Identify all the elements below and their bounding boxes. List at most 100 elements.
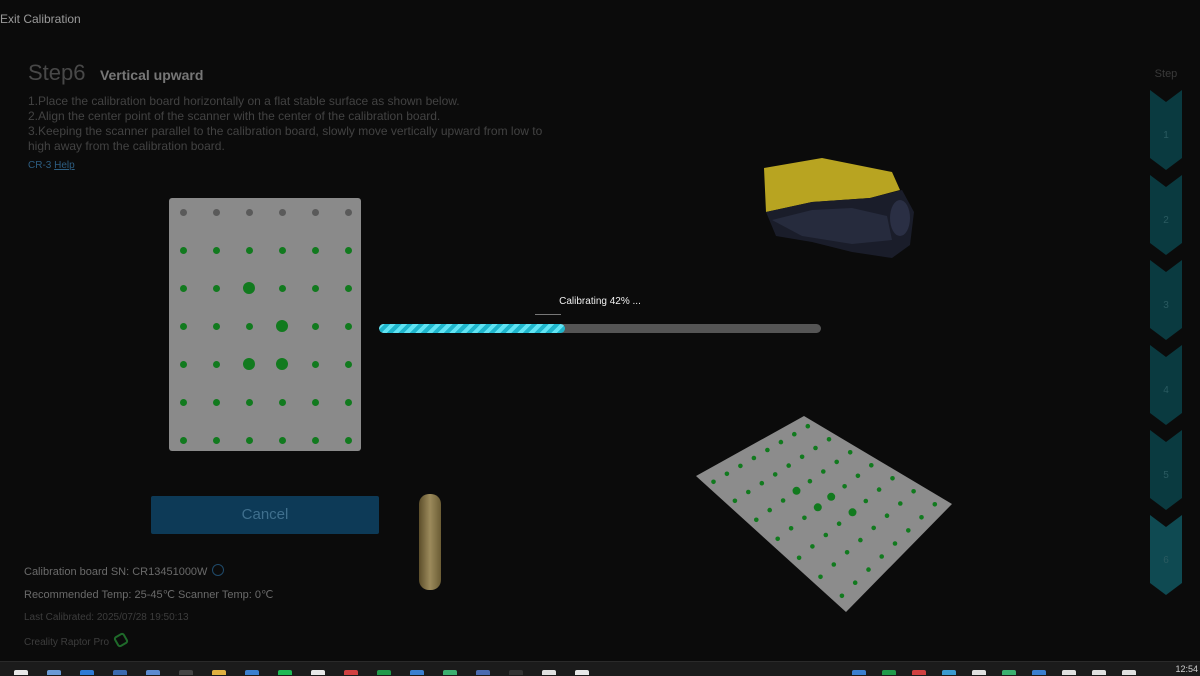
tray-icon[interactable]	[1062, 670, 1076, 675]
chrome-icon[interactable]	[311, 670, 325, 675]
board-dot	[245, 246, 253, 254]
board-dot	[212, 208, 220, 216]
board-3d-dot	[792, 486, 801, 495]
tray-icon[interactable]	[882, 670, 896, 675]
board-dot	[179, 246, 187, 254]
board-3d-dot	[780, 498, 786, 503]
board-3d-dot	[807, 478, 813, 484]
board-3d-dot	[792, 431, 797, 437]
temperature-info: Recommended Temp: 25-45℃ Scanner Temp: 0…	[24, 589, 274, 601]
app-icon[interactable]	[344, 670, 358, 675]
tray-icon[interactable]	[1002, 670, 1016, 675]
board-dot	[311, 322, 319, 330]
product-name: Creality Raptor Pro	[24, 637, 110, 648]
board-dot	[344, 208, 352, 216]
tray-icon[interactable]	[942, 670, 956, 675]
board-3d-dot	[732, 498, 738, 504]
board-3d-dot	[827, 492, 836, 501]
board-3d-dot	[866, 567, 871, 572]
board-3d-dot	[746, 489, 751, 495]
board-3d-dot	[821, 469, 826, 474]
bluetooth-icon[interactable]	[410, 670, 424, 675]
excel-icon[interactable]	[377, 670, 391, 675]
board-3d-dot	[778, 439, 784, 445]
board-dot	[311, 208, 319, 216]
board-dot	[179, 436, 187, 444]
calculator-icon[interactable]	[542, 670, 556, 675]
taskbar-clock: 12:54	[1175, 664, 1198, 674]
app-icon[interactable]	[476, 670, 490, 675]
board-dot	[311, 360, 319, 368]
terminal-icon[interactable]	[509, 670, 523, 675]
board-3d-dot	[799, 454, 805, 460]
board-3d-dot	[786, 463, 791, 468]
board-dot	[212, 284, 220, 292]
board-3d-dot	[839, 593, 845, 599]
board-3d-dot	[813, 503, 822, 512]
folder-icon[interactable]	[212, 670, 226, 675]
step-number: Step6	[28, 60, 86, 85]
board-3d-dot	[754, 517, 759, 523]
info-icon[interactable]	[212, 564, 225, 576]
top-bar: Exit Calibration	[0, 0, 1200, 40]
board-3d-dot	[884, 513, 890, 518]
board-3d-dot	[890, 476, 895, 481]
progress-bar	[379, 324, 821, 333]
step-number-4: 4	[1163, 385, 1169, 396]
board-3d-dot	[834, 459, 839, 465]
board-sn-row: Calibration board SN: CR13451000W	[24, 564, 225, 578]
help-link[interactable]: Help	[54, 160, 75, 171]
board-dot	[344, 322, 352, 330]
notes-icon[interactable]	[575, 670, 589, 675]
board-3d-dot	[869, 463, 874, 468]
board-3d-dot	[879, 554, 884, 559]
board-dot	[179, 208, 187, 216]
store-icon[interactable]	[113, 670, 127, 675]
step-number-2: 2	[1163, 215, 1169, 226]
photos-icon[interactable]	[443, 670, 457, 675]
mail-icon[interactable]	[146, 670, 160, 675]
board-3d-dot	[836, 521, 842, 526]
obs-icon[interactable]	[179, 670, 193, 675]
last-calibrated: Last Calibrated: 2025/07/28 19:50:13	[24, 612, 189, 623]
board-3d-dot	[906, 528, 911, 533]
calendar-icon[interactable]	[245, 670, 259, 675]
tray-icon[interactable]	[912, 670, 926, 675]
board-dot	[344, 246, 352, 254]
board-dot	[344, 284, 352, 292]
edge-icon[interactable]	[80, 670, 94, 675]
board-3d-dot	[810, 544, 815, 549]
tray-icon[interactable]	[1122, 670, 1136, 675]
stepper-title: Step	[1154, 68, 1178, 80]
board-3d-dot	[932, 502, 938, 507]
board-dot	[278, 284, 286, 292]
spotify-icon[interactable]	[278, 670, 292, 675]
board-dot	[245, 398, 253, 406]
board-3d-dot	[844, 550, 850, 555]
board-dot	[243, 358, 255, 370]
explorer-icon[interactable]	[47, 670, 61, 675]
board-3d-dot	[892, 541, 898, 546]
board-dot	[243, 282, 255, 294]
tray-icon[interactable]	[972, 670, 986, 675]
tray-icon[interactable]	[852, 670, 866, 675]
board-dot	[311, 398, 319, 406]
step-number-5: 5	[1163, 470, 1169, 481]
board-3d-dot	[796, 555, 802, 561]
progress-fill	[379, 324, 565, 333]
board-3d-dot	[767, 507, 772, 513]
board-3d-dot	[852, 580, 858, 585]
cancel-button[interactable]: Cancel	[151, 496, 379, 534]
windows-icon[interactable]	[14, 670, 28, 675]
board-dot	[179, 360, 187, 368]
step-name: Vertical upward	[99, 67, 204, 83]
tray-icon[interactable]	[1032, 670, 1046, 675]
product-row: Creality Raptor Pro	[24, 631, 130, 649]
board-dot	[212, 398, 220, 406]
progress-marker	[535, 314, 561, 315]
tray-icon[interactable]	[1092, 670, 1106, 675]
exit-calibration-link[interactable]: Exit Calibration	[0, 12, 81, 26]
board-dot	[179, 284, 187, 292]
board-dot	[311, 284, 319, 292]
board-3d-dot	[751, 455, 757, 461]
